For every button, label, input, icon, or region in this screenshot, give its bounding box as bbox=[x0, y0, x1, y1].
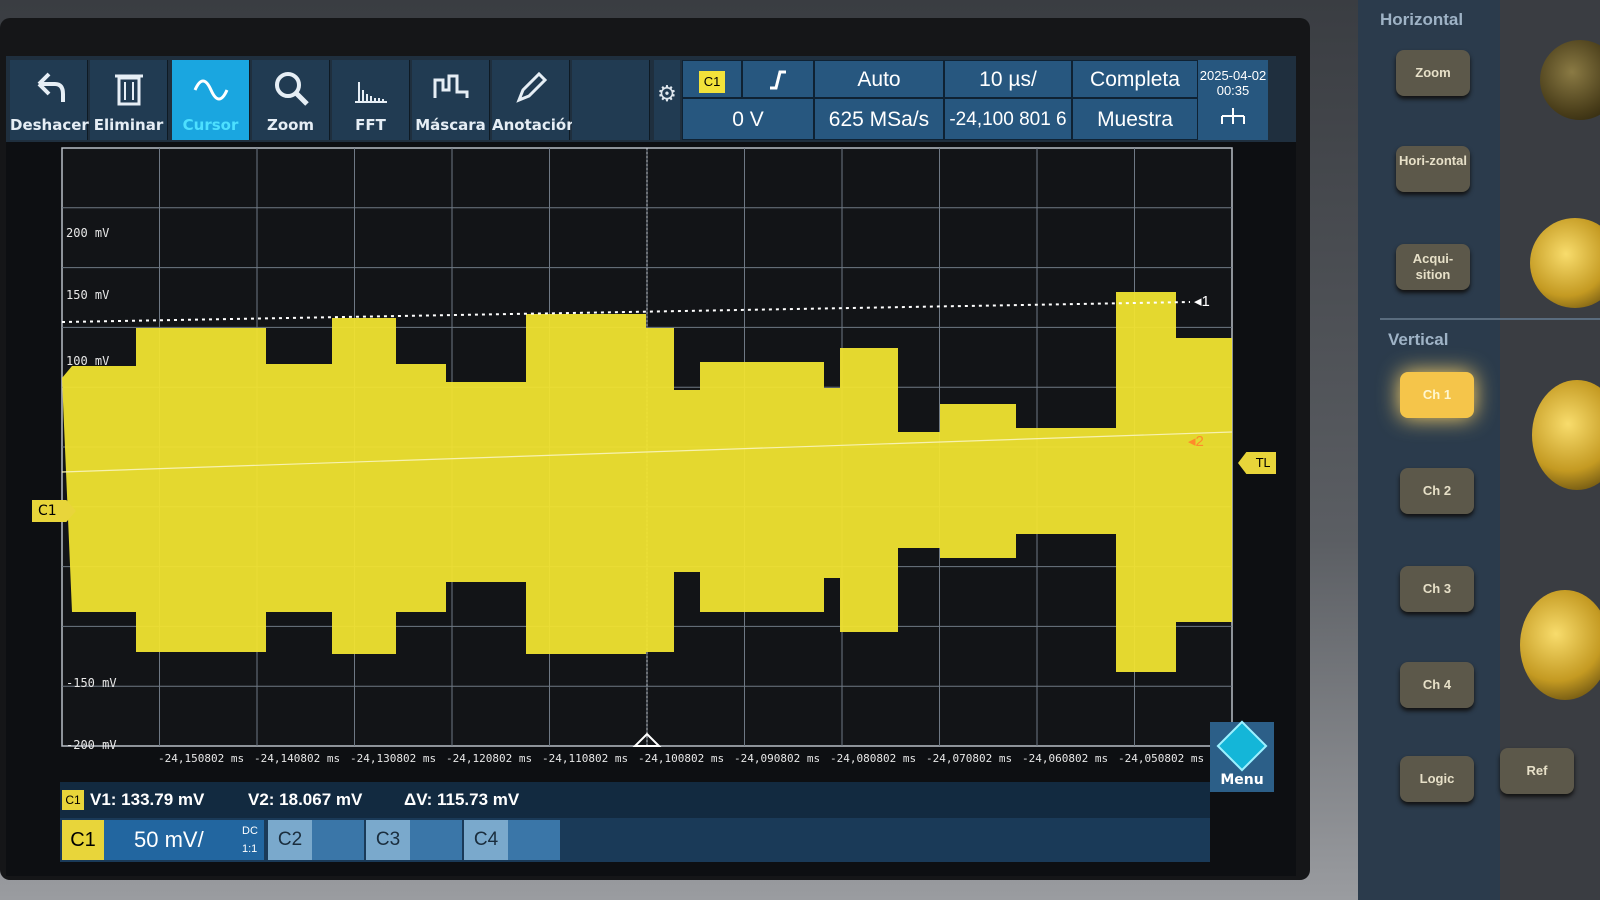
cursor1-number: 1 bbox=[1201, 293, 1210, 310]
settings-gear-icon[interactable]: ⚙ bbox=[654, 60, 680, 140]
timebase[interactable]: 10 µs/ bbox=[944, 60, 1072, 98]
cursor1-tag[interactable]: ◂1 bbox=[1194, 292, 1210, 310]
acquisition-hw-button[interactable]: Acqui-sition bbox=[1396, 244, 1470, 290]
undo-button[interactable]: Deshacer bbox=[10, 60, 89, 140]
x-axis-label: -24,100802 ms bbox=[638, 752, 725, 765]
ref-hw-button[interactable]: Ref bbox=[1500, 748, 1574, 794]
cursor-delta-value: ΔV: 115.73 mV bbox=[404, 790, 520, 809]
x-axis-label: -24,070802 ms bbox=[926, 752, 1013, 765]
channel3-tab[interactable]: C3 bbox=[366, 820, 410, 860]
time-text: 00:35 bbox=[1216, 83, 1250, 98]
probe-ratio-text: 1:1 bbox=[242, 843, 258, 855]
channel1-tab[interactable]: C1 bbox=[62, 820, 104, 860]
cursor-button[interactable]: Cursor bbox=[172, 60, 250, 140]
fft-icon bbox=[354, 82, 387, 103]
zoom-button[interactable]: Zoom bbox=[252, 60, 330, 140]
delete-button[interactable]: Eliminar bbox=[90, 60, 168, 140]
x-axis-label: -24,130802 ms bbox=[350, 752, 437, 765]
channel2-tab-extension[interactable] bbox=[312, 820, 364, 860]
y-axis-label: 100 mV bbox=[66, 354, 110, 368]
trigger-source-badge: C1 bbox=[699, 71, 725, 93]
y-axis-label: 200 mV bbox=[66, 226, 110, 240]
trigger-edge[interactable] bbox=[742, 60, 814, 98]
ch1-hw-button[interactable]: Ch 1 bbox=[1400, 372, 1474, 418]
x-axis-label: -24,120802 ms bbox=[446, 752, 533, 765]
cursor-label: Cursor bbox=[182, 116, 239, 134]
cursor-wave-icon bbox=[193, 79, 228, 101]
x-axis-label: -24,090802 ms bbox=[734, 752, 821, 765]
channel2-tab[interactable]: C2 bbox=[268, 820, 312, 860]
trigger-mode[interactable]: Auto bbox=[814, 60, 944, 98]
y-axis-label: -150 mV bbox=[66, 676, 117, 690]
ch2-hw-button[interactable]: Ch 2 bbox=[1400, 468, 1474, 514]
screen-bezel: Deshacer Eliminar Cursor Zoom FFT Máscar… bbox=[0, 18, 1310, 880]
channel4-tab-extension[interactable] bbox=[508, 820, 560, 860]
x-axis-label: -24,150802 ms bbox=[158, 752, 245, 765]
horizontal-section-label: Horizontal bbox=[1380, 10, 1464, 29]
y-axis-label: -200 mV bbox=[66, 738, 117, 752]
annotation-label: Anotación bbox=[492, 116, 577, 134]
delete-label: Eliminar bbox=[93, 116, 164, 134]
vertical-section-label: Vertical bbox=[1388, 330, 1449, 349]
waveform-canvas bbox=[61, 147, 1233, 747]
y-axis-label: 150 mV bbox=[66, 288, 110, 302]
waveform-plot[interactable]: 200 mV 150 mV 100 mV -150 mV -200 mV -24,150… bbox=[6, 142, 1296, 782]
vertical-position-knob[interactable] bbox=[1520, 590, 1600, 700]
oscilloscope-body: Deshacer Eliminar Cursor Zoom FFT Máscar… bbox=[0, 0, 1600, 900]
cursor2-number: 2 bbox=[1195, 433, 1204, 450]
zoom-label: Zoom bbox=[266, 116, 315, 134]
oscilloscope-screen: Deshacer Eliminar Cursor Zoom FFT Máscar… bbox=[6, 56, 1296, 876]
readout-channel-badge: C1 bbox=[62, 790, 84, 810]
channel1-coupling: DC 1:1 bbox=[242, 820, 266, 860]
cursor-v2-value: V2: 18.067 mV bbox=[248, 790, 363, 809]
channel4-tab[interactable]: C4 bbox=[464, 820, 508, 860]
date-text: 2025-04-02 bbox=[1199, 68, 1267, 83]
acquisition-mode[interactable]: Muestra bbox=[1072, 98, 1198, 140]
annotation-button[interactable]: Anotación bbox=[492, 60, 577, 140]
undo-label: Deshacer bbox=[10, 116, 89, 134]
x-axis-label: -24,110802 ms bbox=[542, 752, 629, 765]
fft-label: FFT bbox=[355, 116, 386, 134]
logic-hw-button[interactable]: Logic bbox=[1400, 756, 1474, 802]
menu-diamond-icon bbox=[1216, 720, 1268, 772]
trash-icon bbox=[114, 74, 143, 106]
cursor-readout-bar: C1 V1: 133.79 mV V2: 18.067 mV ΔV: 115.7… bbox=[60, 782, 1210, 818]
channel1-scale[interactable]: 50 mV/ bbox=[104, 820, 264, 860]
toolbar: Deshacer Eliminar Cursor Zoom FFT Máscar… bbox=[6, 56, 1296, 172]
panel-divider bbox=[1380, 318, 1600, 320]
zoom-icon bbox=[274, 72, 309, 106]
fft-button[interactable]: FFT bbox=[332, 60, 410, 140]
x-axis-label: -24,080802 ms bbox=[830, 752, 917, 765]
mask-icon bbox=[433, 74, 468, 98]
x-axis-label: -24,140802 ms bbox=[254, 752, 341, 765]
network-icon bbox=[1221, 108, 1245, 124]
toolbar-empty-slot bbox=[572, 60, 650, 140]
coupling-text: DC bbox=[242, 825, 258, 837]
cursor-v1-value: V1: 133.79 mV bbox=[90, 790, 205, 809]
horizontal-position[interactable]: -24,100 801 6 .. bbox=[944, 98, 1072, 172]
cursor2-tag[interactable]: ◂2 bbox=[1188, 432, 1204, 450]
undo-icon bbox=[37, 72, 65, 102]
pencil-icon bbox=[515, 71, 547, 103]
channel3-tab-extension[interactable] bbox=[410, 820, 462, 860]
acquisition-length[interactable]: Completa bbox=[1072, 60, 1198, 98]
sample-rate[interactable]: 625 MSa/s bbox=[814, 98, 944, 140]
zoom-hw-button[interactable]: Zoom bbox=[1396, 50, 1470, 96]
menu-button[interactable]: Menu bbox=[1210, 720, 1274, 792]
trigger-level[interactable]: 0 V bbox=[682, 98, 814, 140]
ch3-hw-button[interactable]: Ch 3 bbox=[1400, 566, 1474, 612]
x-axis-label: -24,060802 ms bbox=[1022, 752, 1109, 765]
datetime-box: 2025-04-02 00:35 bbox=[1198, 60, 1268, 140]
horizontal-hw-button[interactable]: Hori-zontal bbox=[1396, 146, 1470, 192]
rising-edge-icon bbox=[770, 70, 786, 90]
ch4-hw-button[interactable]: Ch 4 bbox=[1400, 662, 1474, 708]
x-axis-label: -24,050802 ms bbox=[1118, 752, 1205, 765]
menu-label: Menu bbox=[1220, 772, 1264, 788]
mask-label: Máscara bbox=[415, 116, 486, 134]
trigger-source[interactable]: C1 bbox=[682, 60, 742, 98]
channel-bar: C1 50 mV/ DC 1:1 C2 C3 C4 bbox=[60, 818, 1210, 862]
mask-button[interactable]: Máscara bbox=[412, 60, 490, 140]
